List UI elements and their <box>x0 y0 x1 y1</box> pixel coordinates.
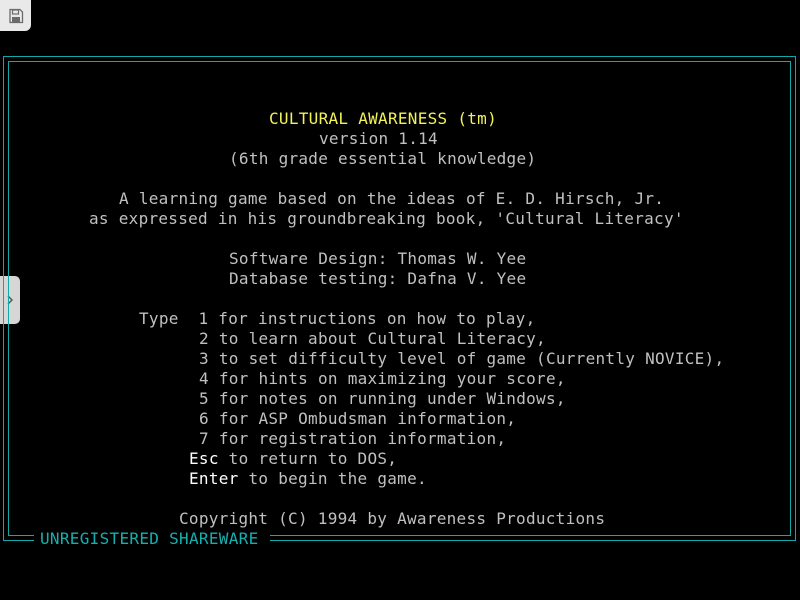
game-title: CULTURAL AWARENESS (tm) <box>269 109 497 128</box>
menu-option-1[interactable]: Type 1 for instructions on how to play, <box>139 309 536 329</box>
esc-option-text: to return to DOS, <box>218 449 398 468</box>
unregistered-shareware-label: UNREGISTERED SHAREWARE <box>34 529 265 549</box>
frame-bottom-inner-left <box>8 535 34 536</box>
frame-bottom-outer-right <box>270 540 796 541</box>
subtitle: (6th grade essential knowledge) <box>229 149 537 168</box>
version-label: version 1.14 <box>319 129 438 148</box>
frame-bottom-inner-right <box>270 535 791 536</box>
menu-option-6[interactable]: 6 for ASP Ombudsman information, <box>199 409 516 429</box>
floppy-disk-icon <box>8 8 23 23</box>
copyright-notice: Copyright (C) 1994 by Awareness Producti… <box>179 509 606 528</box>
enter-key-label: Enter <box>189 469 239 488</box>
frame-bottom-outer-left <box>3 540 34 541</box>
menu-option-7[interactable]: 7 for registration information, <box>199 429 506 449</box>
menu-option-4[interactable]: 4 for hints on maximizing your score, <box>199 369 566 389</box>
credit-software-design: Software Design: Thomas W. Yee <box>229 249 527 268</box>
esc-option[interactable]: Esc to return to DOS, <box>189 449 397 469</box>
intro-line-1: A learning game based on the ideas of E.… <box>119 189 665 208</box>
enter-option[interactable]: Enter to begin the game. <box>189 469 427 489</box>
save-state-button[interactable] <box>0 0 31 31</box>
menu-option-3[interactable]: 3 to set difficulty level of game (Curre… <box>199 349 724 369</box>
esc-key-label: Esc <box>189 449 219 468</box>
menu-option-5[interactable]: 5 for notes on running under Windows, <box>199 389 566 409</box>
credit-database-testing: Database testing: Dafna V. Yee <box>229 269 527 288</box>
intro-line-2: as expressed in his groundbreaking book,… <box>89 209 684 228</box>
menu-option-2[interactable]: 2 to learn about Cultural Literacy, <box>199 329 546 349</box>
enter-option-text: to begin the game. <box>238 469 427 488</box>
